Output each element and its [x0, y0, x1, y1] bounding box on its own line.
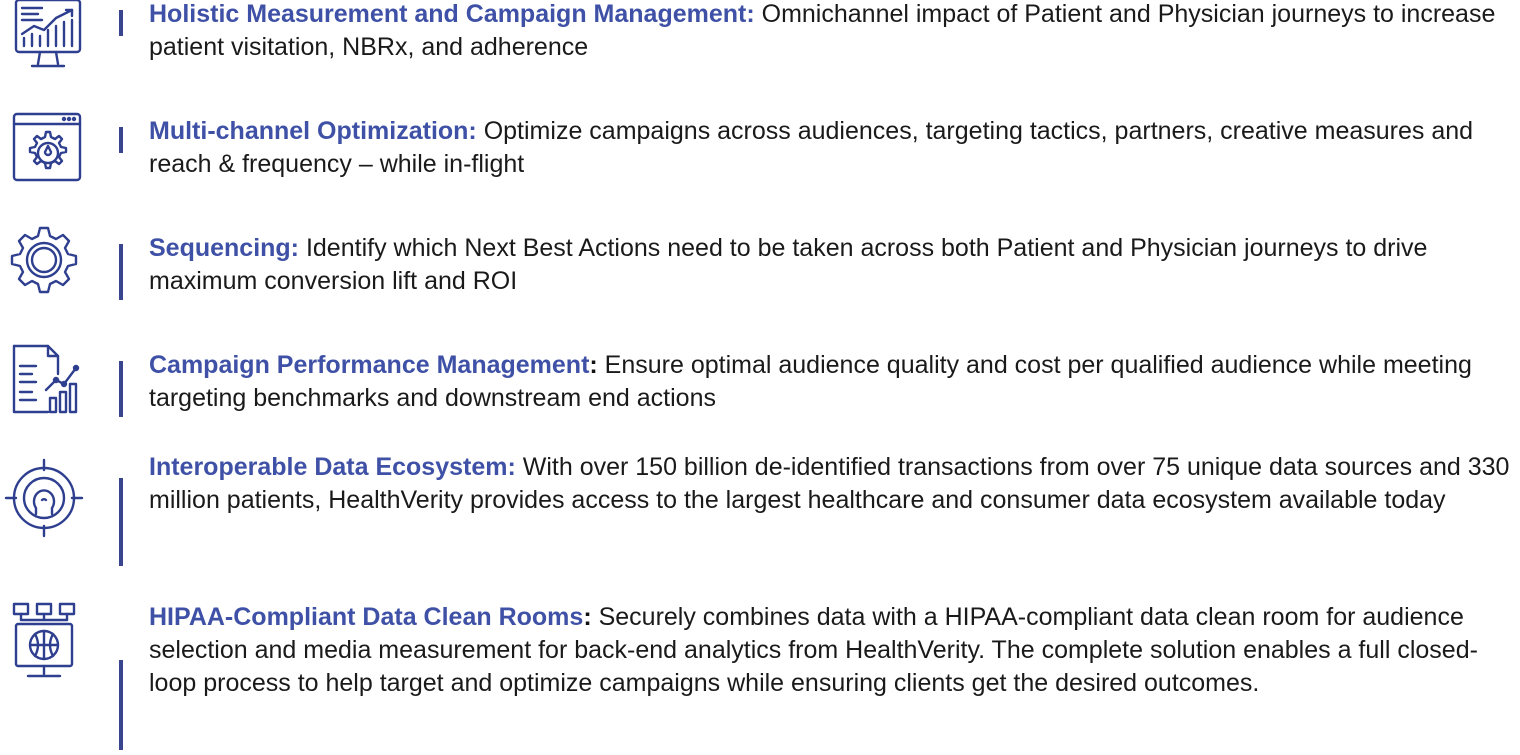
accent-bar: [119, 127, 123, 153]
accent-bar: [119, 660, 123, 750]
accent-bar: [119, 244, 123, 300]
report-chart-icon: [2, 338, 86, 422]
accent-bar: [119, 361, 123, 417]
feature-colon: :: [583, 603, 592, 631]
feature-text: Multi-channel Optimization: Optimize cam…: [149, 115, 1514, 181]
gear-icon: [2, 218, 86, 302]
target-person-icon: [2, 456, 86, 540]
browser-gear-icon: [2, 108, 86, 192]
feature-heading: HIPAA-Compliant Data Clean Rooms: [149, 603, 584, 631]
feature-heading: Sequencing:: [149, 234, 300, 262]
monitor-analytics-icon: [2, 0, 86, 78]
feature-text: Interoperable Data Ecosystem: With over …: [149, 451, 1514, 517]
feature-text: HIPAA-Compliant Data Clean Rooms: Secure…: [149, 601, 1514, 700]
feature-heading: Interoperable Data Ecosystem:: [149, 453, 516, 481]
network-monitor-icon: [2, 600, 86, 684]
feature-description: Identify which Next Best Actions need to…: [149, 234, 1428, 295]
accent-bar: [119, 478, 123, 566]
feature-colon: :: [589, 351, 598, 379]
feature-heading: Multi-channel Optimization:: [149, 117, 477, 145]
feature-heading: Campaign Performance Management: [149, 351, 590, 379]
feature-text: Holistic Measurement and Campaign Manage…: [149, 0, 1514, 64]
feature-heading: Holistic Measurement and Campaign Manage…: [149, 0, 755, 28]
feature-text: Campaign Performance Management: Ensure …: [149, 349, 1514, 415]
accent-bar: [119, 10, 123, 36]
feature-text: Sequencing: Identify which Next Best Act…: [149, 232, 1514, 298]
